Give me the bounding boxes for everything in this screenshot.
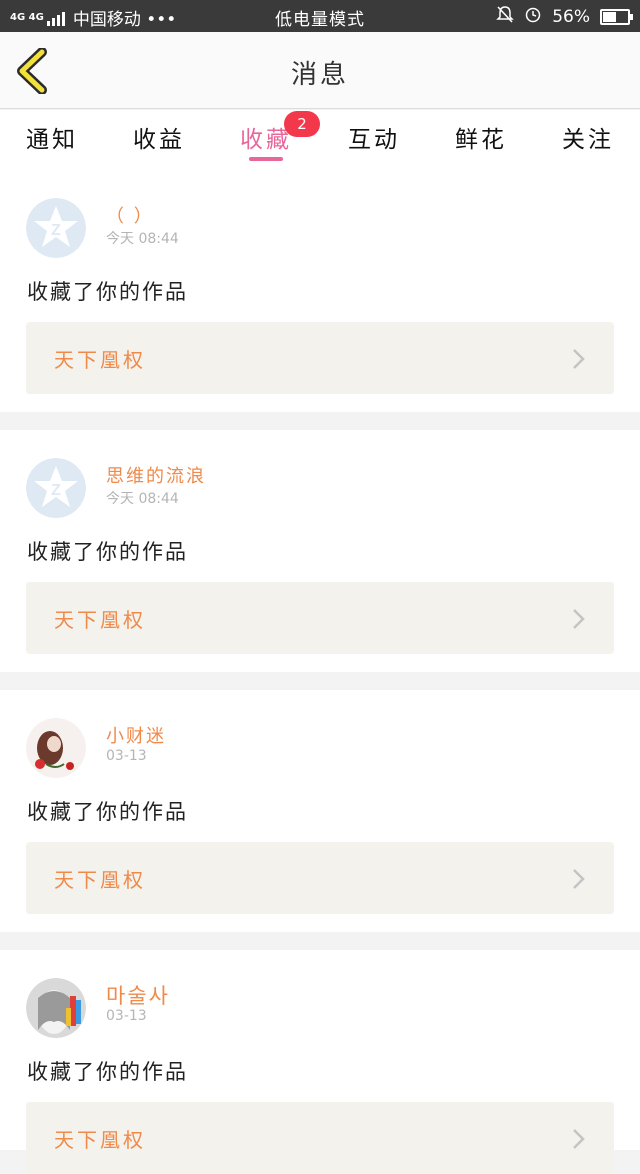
page-title: 消息 — [290, 60, 349, 90]
battery-fill — [603, 11, 616, 22]
timestamp: 03-13 — [106, 748, 147, 764]
work-title: 天下凰权 — [54, 868, 146, 892]
user-photo-avatar[interactable] — [26, 718, 86, 778]
action-text: 收藏了你的作品 — [27, 280, 188, 304]
work-title: 天下凰权 — [54, 1128, 146, 1152]
user-photo-avatar[interactable] — [26, 978, 86, 1038]
action-text: 收藏了你的作品 — [27, 1060, 188, 1084]
username[interactable]: 마술사 — [106, 980, 170, 1010]
qq-default-avatar[interactable]: Z — [26, 198, 86, 258]
username[interactable]: 小财迷 — [106, 722, 166, 748]
alarm-icon — [524, 5, 542, 28]
tab-following[interactable]: 关注 — [548, 120, 628, 154]
work-link[interactable]: 天下凰权 — [26, 842, 614, 914]
svg-text:Z: Z — [51, 222, 61, 239]
timestamp: 今天 08:44 — [106, 231, 179, 247]
qq-default-avatar[interactable]: Z — [26, 458, 86, 518]
tab-interactions[interactable]: 互动 — [334, 120, 414, 154]
tab-flowers[interactable]: 鲜花 — [441, 120, 521, 154]
action-text: 收藏了你的作品 — [27, 540, 188, 564]
tab-favorites[interactable]: 收藏 2 — [226, 111, 320, 154]
svg-text:Z: Z — [51, 482, 61, 499]
work-link[interactable]: 天下凰权 — [26, 322, 614, 394]
tab-bar: 通知 收益 收藏 2 互动 鲜花 关注 — [0, 110, 640, 170]
nav-header: 消息 — [0, 32, 640, 109]
list-item: Z （ ） 今天 08:44 收藏了你的作品 天下凰权 — [0, 170, 640, 412]
tab-earnings[interactable]: 收益 — [119, 120, 199, 154]
unread-badge: 2 — [284, 111, 320, 137]
work-title: 天下凰权 — [54, 348, 146, 372]
action-text: 收藏了你的作品 — [27, 800, 188, 824]
chevron-right-icon — [573, 609, 585, 629]
status-right: 56% — [496, 5, 633, 28]
tab-notifications[interactable]: 通知 — [12, 120, 92, 154]
chevron-right-icon — [573, 349, 585, 369]
status-bar: 4G 4G 中国移动 ••• 低电量模式 56% — [0, 0, 640, 32]
work-link[interactable]: 天下凰权 — [26, 1102, 614, 1174]
tab-favorites-label: 收藏 — [240, 127, 292, 153]
work-title: 天下凰权 — [54, 608, 146, 632]
timestamp: 03-13 — [106, 1008, 147, 1024]
battery-icon — [600, 8, 633, 25]
work-link[interactable]: 天下凰权 — [26, 582, 614, 654]
chevron-right-icon — [573, 1129, 585, 1149]
list-item: Z 思维的流浪 今天 08:44 收藏了你的作品 天下凰权 — [0, 430, 640, 672]
timestamp: 今天 08:44 — [106, 491, 179, 507]
username[interactable]: 思维的流浪 — [106, 462, 206, 488]
list-item: 마술사 03-13 收藏了你的作品 天下凰权 — [0, 950, 640, 1174]
bell-off-icon — [496, 5, 515, 28]
list-item: 小财迷 03-13 收藏了你的作品 天下凰权 — [0, 690, 640, 932]
active-tab-indicator — [249, 157, 283, 161]
battery-percent: 56% — [552, 6, 590, 27]
username[interactable]: （ ） — [106, 202, 154, 228]
chevron-right-icon — [573, 869, 585, 889]
